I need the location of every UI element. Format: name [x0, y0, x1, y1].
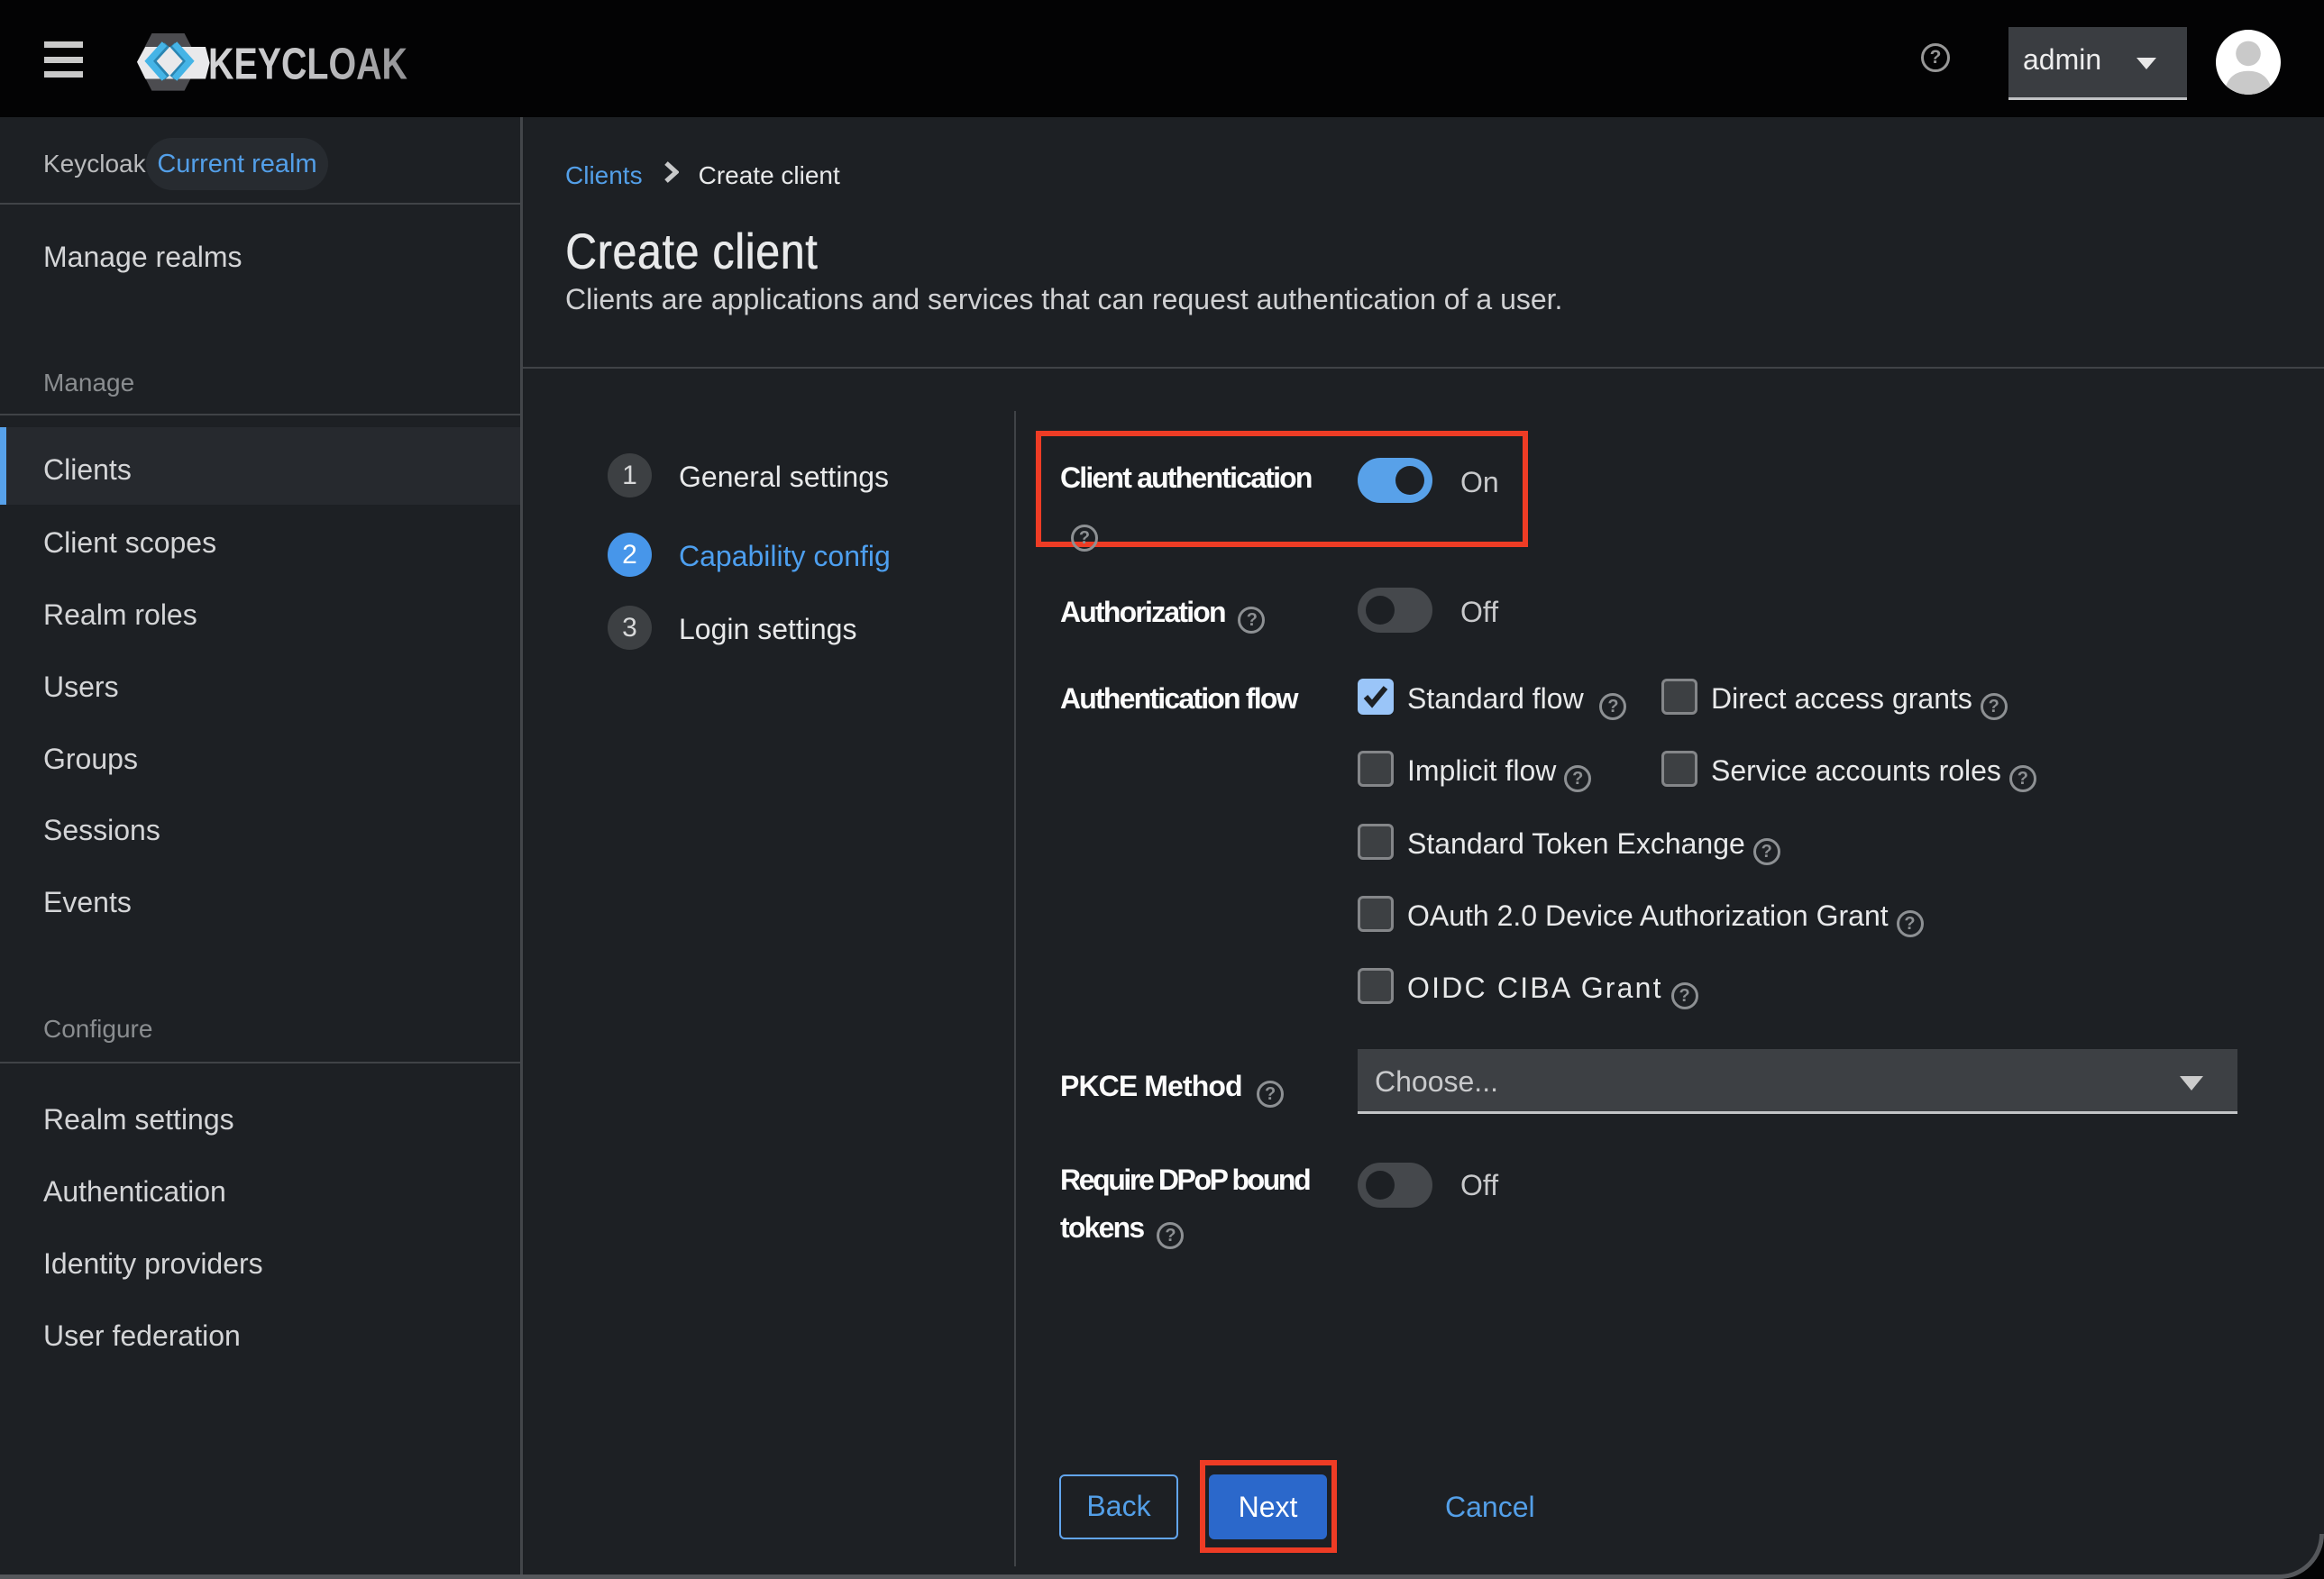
svg-text:KEYCLOAK: KEYCLOAK: [208, 41, 407, 89]
